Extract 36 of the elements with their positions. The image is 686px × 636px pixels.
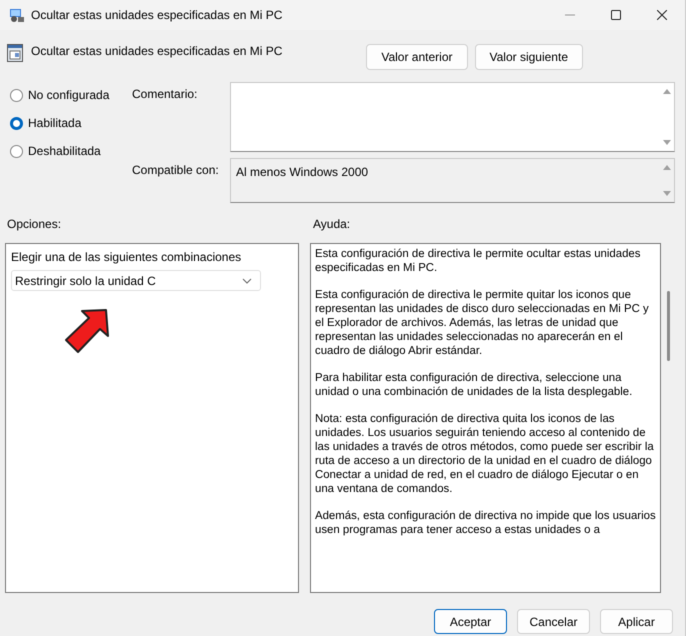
compatible-value: Al menos Windows 2000 [235, 164, 370, 181]
scroll-up-icon[interactable] [661, 87, 673, 96]
computer-icon [9, 7, 25, 23]
radio-button[interactable] [10, 116, 23, 130]
options-label: Opciones: [7, 217, 62, 233]
nav-button[interactable]: Valor anterior [366, 44, 468, 70]
close-icon [657, 10, 667, 20]
policy-icon [7, 44, 23, 62]
options-prompt: Elegir una de las siguientes combinaciones [11, 250, 242, 264]
dialog-button[interactable]: Aceptar [434, 609, 507, 634]
radio-option[interactable]: Deshabilitada [10, 144, 132, 158]
help-paragraph: Esta configuración de directiva le permite ocultar estas unidades especificadas en Mi PC. [315, 247, 642, 275]
help-paragraph: Además, esta configuración de directiva no impide que los usuarios usen programas para tener acceso a estas unidades o a [315, 509, 656, 537]
radio-option[interactable]: Habilitada [10, 116, 132, 130]
scroll-up-icon[interactable] [661, 163, 673, 172]
dropdown[interactable]: Restringir solo la unidad C [11, 270, 261, 291]
help-paragraph: Esta configuración de directiva le permite quitar los iconos que representan las unidades de disco duro seleccionadas en Mi PC y el Explorador de archivos. Además, las letras de unidad que representan las unidades seleccionadas no aparecerán en el cuadro de diálogo Abrir estándar. [315, 288, 650, 358]
radio-option[interactable]: No configurada [10, 88, 132, 102]
chevron-down-icon [242, 278, 252, 284]
pointer-arrow-icon [62, 306, 112, 356]
help-label: Ayuda: [313, 217, 350, 233]
radio-button[interactable] [10, 88, 23, 102]
compatible-label: Compatible con: [132, 162, 220, 179]
comment-field[interactable] [230, 82, 675, 152]
policy-name: Ocultar estas unidades especificadas en Mi PC [31, 44, 282, 58]
help-paragraph: Para habilitar esta configuración de directiva, seleccione una unidad o una combinación de unidades de la lista desplegable. [315, 371, 634, 399]
help-paragraph: Nota: esta configuración de directiva quita los iconos de las unidades. Los usuarios seguirán teniendo acceso al contenido de las unidades a través de otros métodos, como puede ser escribir la ruta de acceso a un directorio de la unidad en el cuadro de diálogo Conectar a unidad de red, en el cuadro de diálogo Ejecutar o en una ventana de comandos. [315, 412, 655, 496]
nav-button[interactable]: Valor siguiente [474, 44, 583, 70]
window-title: Ocultar estas unidades especificadas en Mi PC [31, 8, 284, 22]
scroll-down-icon[interactable] [661, 138, 673, 147]
radio-button[interactable] [10, 144, 23, 158]
dialog-button[interactable]: Cancelar [517, 609, 590, 634]
dialog-button[interactable]: Aplicar [600, 609, 673, 634]
scroll-down-icon[interactable] [661, 189, 673, 198]
comment-label: Comentario: [132, 86, 198, 103]
maximize-icon [611, 10, 621, 20]
